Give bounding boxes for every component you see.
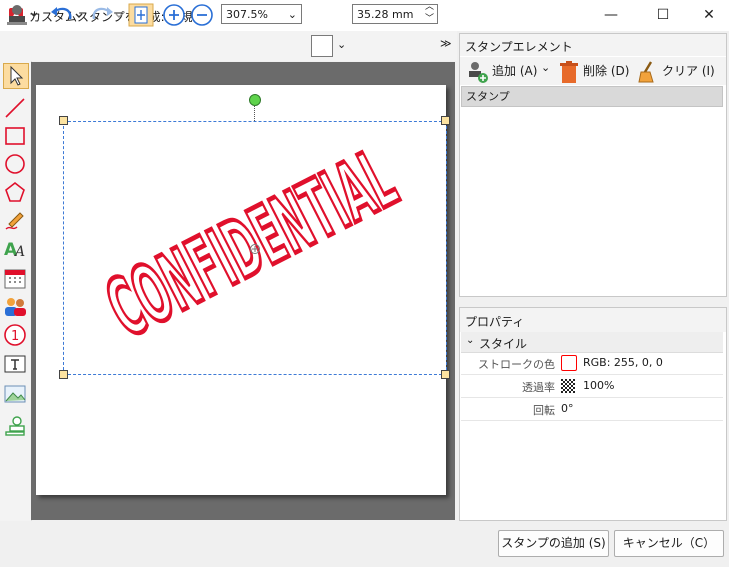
spinner-icon[interactable]: ︿ ﹀ — [425, 1, 434, 25]
center-point-icon — [250, 244, 260, 254]
resize-handle-bottom-left[interactable] — [59, 370, 68, 379]
color-picker-swatch[interactable] — [311, 35, 333, 57]
calendar-tool-icon[interactable] — [3, 266, 27, 290]
delete-element-icon[interactable] — [559, 60, 579, 84]
zoom-select[interactable]: 307.5% ⌄ — [221, 4, 302, 24]
property-row-rotation[interactable]: 回転 0° — [461, 398, 723, 421]
property-row-stroke-color[interactable]: ストロークの色 RGB: 255, 0, 0 — [461, 352, 723, 375]
color-picker-chevron-icon[interactable]: ⌄ — [337, 38, 346, 51]
pencil-tool-icon[interactable] — [3, 208, 27, 232]
element-list-item[interactable]: スタンプ — [461, 86, 723, 107]
svg-text:A: A — [13, 244, 25, 260]
more-options-icon[interactable]: ≫ — [440, 37, 452, 50]
line-tool-icon[interactable] — [3, 96, 27, 120]
select-arrow-icon[interactable] — [3, 63, 29, 89]
zoom-out-icon[interactable] — [190, 3, 214, 27]
style-section-label: スタイル — [479, 337, 528, 351]
add-element-chevron-icon[interactable]: ⌄ — [541, 61, 550, 74]
stroke-color-swatch[interactable] — [561, 355, 577, 371]
svg-text:1: 1 — [11, 329, 19, 344]
stamp-insert-tool-icon[interactable] — [3, 414, 27, 438]
add-element-icon[interactable] — [465, 60, 489, 84]
textbox-tool-icon[interactable] — [3, 352, 27, 376]
property-label: 回転 — [533, 404, 555, 417]
stamp-elements-header: スタンプエレメント — [460, 34, 726, 56]
resize-handle-top-left[interactable] — [59, 116, 68, 125]
zoom-in-icon[interactable] — [162, 3, 186, 27]
property-label: 透過率 — [522, 381, 555, 394]
chevron-down-icon: ⌄ — [287, 8, 297, 21]
add-element-button[interactable]: 追加 (A) — [492, 59, 537, 83]
properties-header: プロパティ — [460, 308, 726, 332]
polygon-tool-icon[interactable] — [3, 180, 27, 204]
text-tool-icon[interactable]: A A — [3, 236, 27, 260]
image-tool-icon[interactable] — [3, 382, 27, 406]
property-value: RGB: 255, 0, 0 — [583, 356, 663, 369]
fit-page-icon[interactable] — [128, 3, 154, 27]
property-value: 0° — [561, 402, 574, 415]
resize-handle-top-right[interactable] — [441, 116, 450, 125]
clear-broom-icon[interactable] — [637, 60, 659, 84]
number-tool-icon[interactable]: 1 — [3, 323, 27, 347]
rotation-guide — [254, 106, 256, 121]
cancel-button[interactable]: キャンセル（C） — [614, 530, 724, 557]
property-value: 100% — [583, 379, 615, 392]
rotation-handle[interactable] — [249, 94, 261, 106]
ellipse-tool-icon[interactable] — [3, 152, 27, 176]
close-button[interactable]: ✕ — [686, 0, 729, 31]
maximize-button[interactable]: ☐ — [640, 0, 686, 31]
toolbar — [0, 31, 457, 61]
minimize-button[interactable]: — — [588, 0, 634, 31]
transparency-checker-icon — [561, 379, 575, 393]
stamp-tool-icon[interactable] — [4, 3, 38, 27]
rectangle-tool-icon[interactable] — [3, 124, 27, 148]
style-section-header[interactable]: ⌄ スタイル — [461, 332, 723, 353]
collapse-chevron-icon[interactable]: ⌄ — [466, 335, 474, 346]
resize-handle-bottom-right[interactable] — [441, 370, 450, 379]
property-row-opacity[interactable]: 透過率 100% — [461, 375, 723, 398]
size-value: 35.28 mm — [357, 8, 414, 21]
size-field[interactable]: 35.28 mm ︿ ﹀ — [352, 1, 438, 25]
clear-elements-button[interactable]: クリア (I) — [662, 59, 715, 83]
undo-icon[interactable] — [48, 3, 84, 27]
add-stamp-button[interactable]: スタンプの追加 (S) — [498, 530, 609, 557]
delete-element-button[interactable]: 削除 (D) — [583, 59, 629, 83]
redo-icon[interactable] — [88, 3, 124, 27]
user-info-tool-icon[interactable] — [3, 294, 27, 318]
property-label: ストロークの色 — [478, 358, 555, 371]
zoom-value: 307.5% — [226, 8, 268, 21]
